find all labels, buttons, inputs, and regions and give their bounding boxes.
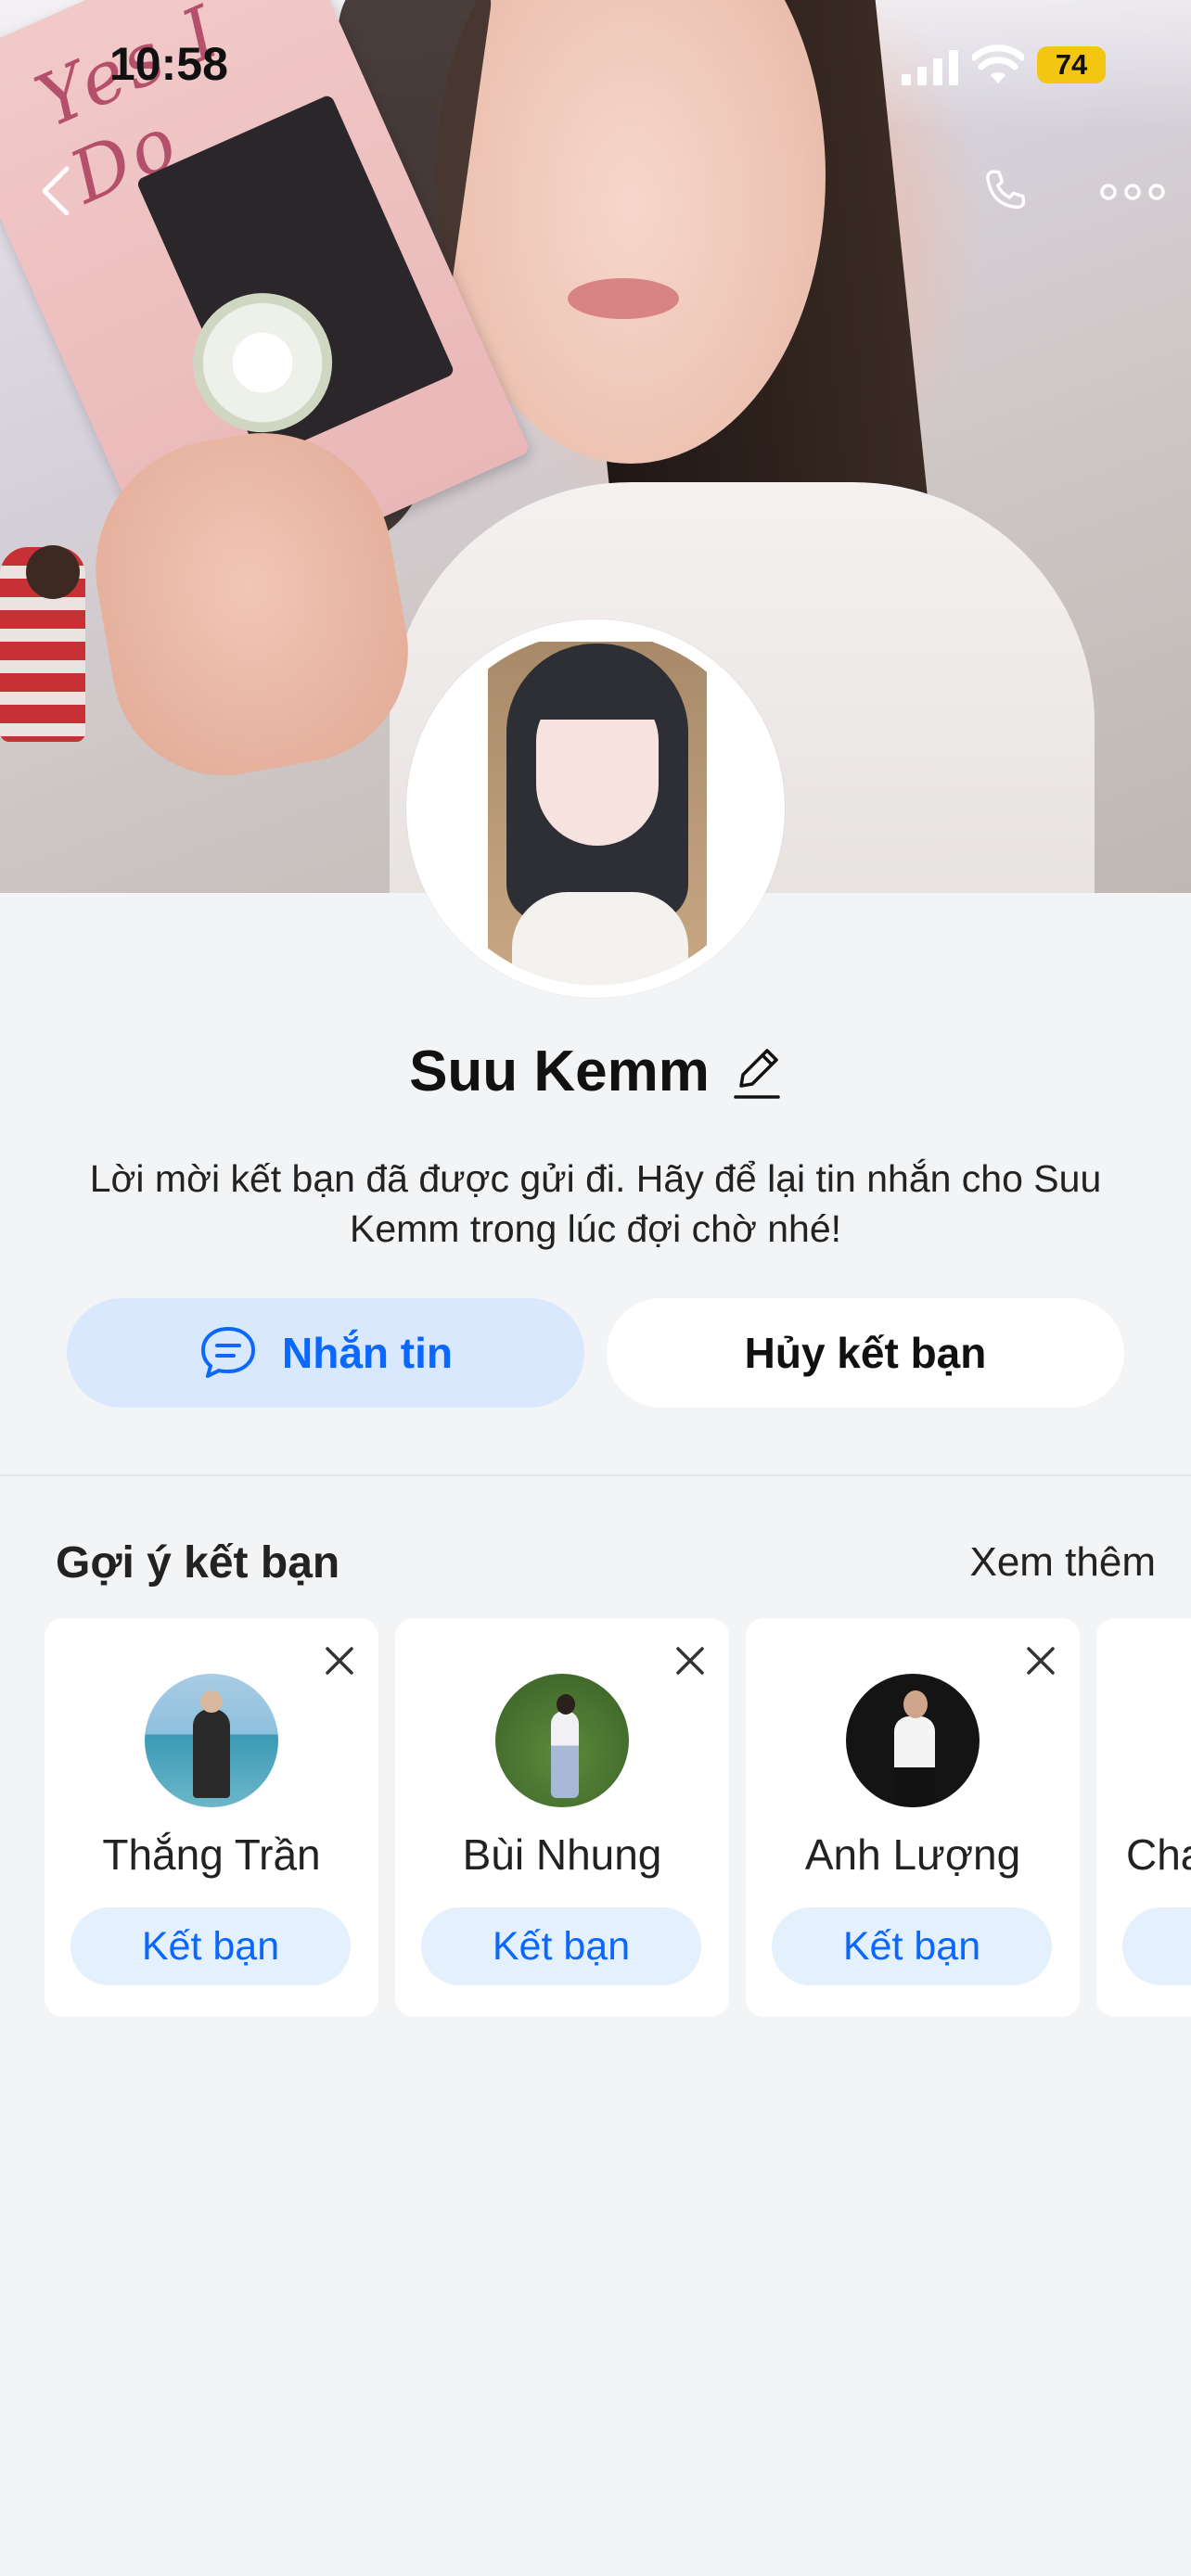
close-icon xyxy=(676,1647,704,1675)
avatar-figure xyxy=(193,1690,230,1798)
more-options-button[interactable] xyxy=(1091,159,1174,224)
edit-pencil-icon[interactable] xyxy=(732,1043,782,1101)
avatar-figure xyxy=(894,1690,935,1807)
section-divider xyxy=(0,1474,1191,1476)
dismiss-suggestion-button[interactable] xyxy=(672,1642,709,1679)
add-friend-button[interactable]: Kết bạn xyxy=(421,1907,701,1985)
suggestion-card[interactable]: Bùi Nhung Kết bạn xyxy=(395,1618,729,2017)
suggestion-avatar[interactable] xyxy=(846,1674,980,1807)
back-icon xyxy=(42,166,70,216)
avatar-figure xyxy=(551,1694,579,1798)
cover-lips xyxy=(568,278,679,319)
profile-name-row: Suu Kemm xyxy=(0,1039,1191,1104)
dismiss-suggestion-button[interactable] xyxy=(321,1642,358,1679)
status-time: 10:58 xyxy=(109,38,228,90)
add-friend-button[interactable]: Kết bạn xyxy=(70,1907,351,1985)
avatar-bangs xyxy=(527,660,668,720)
call-button[interactable] xyxy=(974,159,1039,224)
suggestions-title: Gợi ý kết bạn xyxy=(56,1538,340,1588)
suggestion-name: Bùi Nhung xyxy=(462,1830,662,1879)
cover-background-person-head xyxy=(26,545,80,599)
friend-request-description: Lời mời kết bạn đã được gửi đi. Hãy để l… xyxy=(89,1157,1102,1250)
close-icon xyxy=(1027,1647,1055,1675)
chat-bubble-icon xyxy=(201,1327,255,1378)
cancel-friend-request-label: Hủy kết bạn xyxy=(744,1329,987,1377)
close-icon xyxy=(326,1647,353,1675)
add-friend-button[interactable]: Kết bạn xyxy=(772,1907,1052,1985)
suggestion-avatar[interactable] xyxy=(145,1674,278,1807)
suggestion-name: Anh Lượng xyxy=(804,1830,1021,1879)
suggestion-name-partial: Cha xyxy=(1126,1830,1191,1879)
suggestion-card[interactable]: Anh Lượng Kết bạn xyxy=(746,1618,1080,2017)
avatar-shirt xyxy=(512,892,688,985)
see-more-link[interactable]: Xem thêm xyxy=(969,1539,1156,1586)
message-button-label: Nhắn tin xyxy=(282,1329,453,1377)
battery-indicator: 74 xyxy=(1037,46,1106,83)
message-button[interactable]: Nhắn tin xyxy=(67,1298,584,1408)
cancel-friend-request-button[interactable]: Hủy kết bạn xyxy=(607,1298,1124,1408)
add-friend-button-partial[interactable] xyxy=(1122,1907,1191,1985)
dismiss-suggestion-button[interactable] xyxy=(1022,1642,1059,1679)
profile-avatar[interactable] xyxy=(419,632,772,985)
wifi-icon xyxy=(972,45,1024,83)
cellular-signal-icon xyxy=(902,50,958,85)
more-icon xyxy=(1100,184,1165,200)
profile-name: Suu Kemm xyxy=(409,1039,710,1103)
suggestion-card[interactable]: Thắng Trần Kết bạn xyxy=(45,1618,378,2017)
suggestion-name: Thắng Trần xyxy=(102,1830,321,1879)
phone-icon xyxy=(986,170,1026,210)
suggestion-card-partial[interactable] xyxy=(1096,1618,1191,2017)
back-button[interactable] xyxy=(28,163,83,219)
suggestion-avatar[interactable] xyxy=(495,1674,629,1807)
